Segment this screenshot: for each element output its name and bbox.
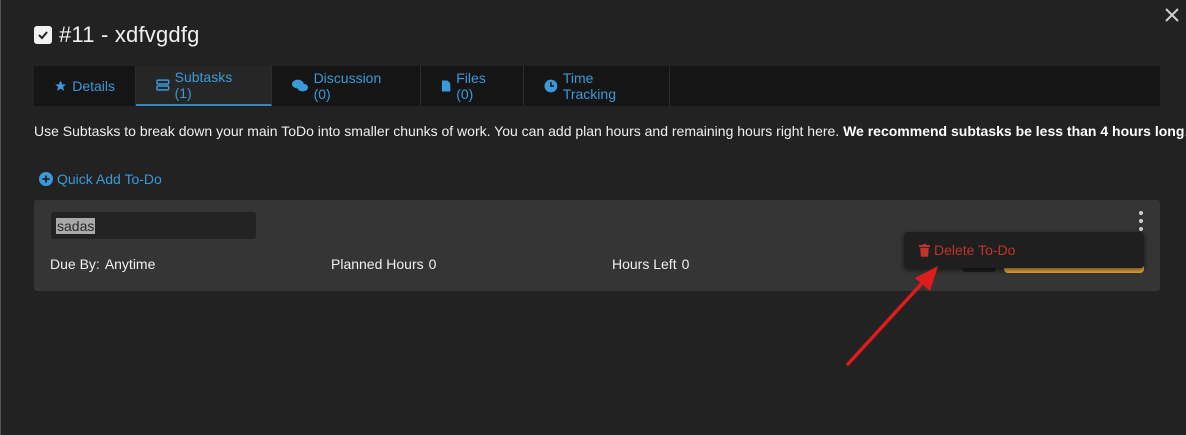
modal-title-row: #11 - xdfvgdfg — [34, 22, 200, 48]
due-by-value[interactable]: Anytime — [105, 256, 156, 272]
planned-hours-field: Planned Hours 0 — [331, 256, 436, 272]
planned-hours-label: Planned Hours — [331, 256, 424, 272]
quick-add-todo-link[interactable]: Quick Add To-Do — [39, 171, 162, 187]
tab-time-tracking[interactable]: Time Tracking — [524, 66, 670, 106]
intro-main: Use Subtasks to break down your main ToD… — [34, 123, 844, 139]
clock-icon — [544, 79, 558, 93]
intro-bold: We recommend subtasks be less than 4 hou… — [843, 123, 1185, 139]
hours-left-label: Hours Left — [612, 256, 677, 272]
intro-text: Use Subtasks to break down your main ToD… — [34, 123, 1186, 139]
file-icon — [441, 80, 451, 92]
tab-bar: Details Subtasks (1) Discussion (0) File… — [34, 66, 1160, 106]
star-icon — [55, 80, 67, 91]
hours-left-field: Hours Left 0 — [612, 256, 689, 272]
subtask-name-value: sadas — [56, 217, 96, 234]
hours-left-value[interactable]: 0 — [682, 256, 690, 272]
tab-label: Time Tracking — [562, 70, 616, 102]
tab-label: Discussion (0) — [313, 70, 382, 102]
tab-label: Files (0) — [456, 70, 486, 102]
plus-circle-icon — [39, 172, 53, 186]
delete-todo-menu-item[interactable]: Delete To-Do — [904, 232, 1144, 268]
tab-files[interactable]: Files (0) — [421, 66, 524, 106]
planned-hours-value[interactable]: 0 — [429, 256, 437, 272]
quick-add-label: Quick Add To-Do — [57, 171, 162, 187]
due-by-label: Due By: — [50, 256, 100, 272]
due-by-field: Due By: Anytime — [50, 256, 155, 272]
checkbox-icon — [34, 26, 52, 44]
subtask-name-input[interactable]: sadas — [51, 212, 256, 239]
close-icon — [1165, 8, 1179, 22]
trash-icon — [919, 243, 930, 257]
tab-label: Details — [72, 78, 115, 94]
tab-label: Subtasks (1) — [174, 69, 233, 101]
more-options-icon[interactable] — [1136, 211, 1146, 231]
tab-details[interactable]: Details — [34, 66, 136, 106]
page-title: #11 - xdfvgdfg — [59, 22, 200, 47]
tab-subtasks[interactable]: Subtasks (1) — [136, 66, 272, 106]
comments-icon — [292, 79, 309, 92]
tab-discussion[interactable]: Discussion (0) — [272, 66, 421, 106]
delete-todo-label: Delete To-Do — [934, 242, 1016, 258]
server-icon — [156, 79, 170, 91]
close-button[interactable] — [1161, 4, 1183, 26]
